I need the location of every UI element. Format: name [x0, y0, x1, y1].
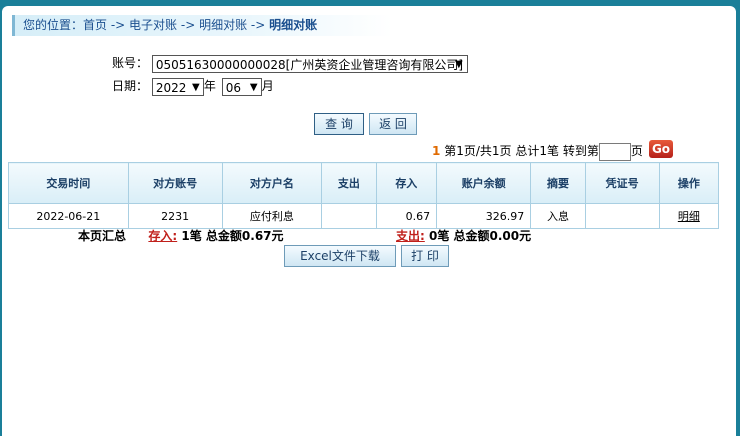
- column-header: 存入: [375, 162, 438, 204]
- breadcrumb-prefix: 您的位置：: [23, 18, 84, 32]
- cell-voucher: [584, 203, 660, 229]
- jump-prefix: 转到第: [562, 144, 599, 158]
- chevron-down-icon: ▼: [454, 58, 463, 70]
- current-page: 1: [432, 144, 441, 158]
- page-summary: 本页汇总 存入: 1笔 总金额0.67元: [78, 227, 284, 244]
- cell-deposit: 0.67: [375, 203, 438, 229]
- cell-expense: [321, 203, 377, 229]
- transaction-table: 交易时间 对方账号 对方户名 支出 存入 账户余额 摘要 凭证号 操作 2022…: [8, 162, 720, 229]
- page-jump-input[interactable]: [598, 142, 631, 161]
- back-button[interactable]: 返 回: [369, 113, 417, 135]
- account-label: 账号：: [112, 56, 149, 70]
- account-row: 账号： 05051630000000028[广州英资企业管理咨询有限公司] ▼: [112, 54, 468, 73]
- breadcrumb: 您的位置：首页 -> 电子对账 -> 明细对账 -> 明细对账: [12, 15, 392, 36]
- column-header: 凭证号: [584, 162, 660, 204]
- cell-time: 2022-06-21: [8, 203, 129, 229]
- breadcrumb-current: 明细对账: [269, 18, 318, 32]
- column-header: 摘要: [530, 162, 586, 204]
- year-select[interactable]: 2022 ▼: [151, 77, 204, 96]
- column-header: 对方账号: [127, 162, 223, 204]
- cell-counterparty-name: 应付利息: [221, 203, 323, 229]
- account-value: 05051630000000028[广州英资企业管理咨询有限公司]: [155, 57, 463, 72]
- month-select[interactable]: 06 ▼: [221, 77, 262, 96]
- column-header: 支出: [321, 162, 377, 204]
- table-row: 2022-06-21 2231 应付利息 0.67 326.97 入息 明细: [8, 203, 720, 229]
- table-header-row: 交易时间 对方账号 对方户名 支出 存入 账户余额 摘要 凭证号 操作: [8, 162, 720, 204]
- breadcrumb-detail-link[interactable]: 明细对账: [199, 18, 247, 32]
- breadcrumb-separator: ->: [177, 18, 200, 32]
- column-header: 操作: [658, 162, 720, 204]
- query-button[interactable]: 查 询: [314, 113, 364, 135]
- cell-counterparty-account: 2231: [127, 203, 223, 229]
- print-button[interactable]: 打 印: [401, 245, 449, 267]
- cell-summary: 入息: [530, 203, 586, 229]
- column-header: 交易时间: [8, 162, 129, 204]
- account-select[interactable]: 05051630000000028[广州英资企业管理咨询有限公司] ▼: [151, 54, 468, 73]
- breadcrumb-home-link[interactable]: 首页: [83, 18, 107, 32]
- chevron-down-icon: ▼: [249, 81, 258, 93]
- jump-suffix: 页: [630, 144, 643, 158]
- month-suffix: 月: [261, 79, 274, 93]
- summary-label: 本页汇总: [78, 229, 127, 243]
- deposit-label: 存入:: [148, 229, 178, 243]
- date-row: 日期： 2022 ▼ 年 06 ▼ 月: [112, 77, 274, 96]
- year-value: 2022: [155, 80, 187, 95]
- pager: 1 第1页/共1页 总计1笔 转到第 页: [432, 142, 643, 161]
- cell-balance: 326.97: [436, 203, 532, 229]
- month-value: 06: [225, 80, 241, 95]
- page-text: 第1页/共1页: [444, 144, 512, 158]
- column-header: 对方户名: [221, 162, 323, 204]
- chevron-down-icon: ▼: [191, 81, 200, 93]
- expense-label: 支出:: [396, 229, 425, 243]
- date-label: 日期：: [112, 79, 149, 93]
- column-header: 账户余额: [436, 162, 532, 204]
- total-text: 总计1笔: [515, 144, 559, 158]
- cell-action: 明细: [658, 203, 720, 229]
- detail-link[interactable]: 明细: [678, 210, 700, 223]
- expense-summary: 0笔 总金额0.00元: [429, 229, 532, 243]
- deposit-summary: 1笔 总金额0.67元: [181, 229, 284, 243]
- go-button[interactable]: Go: [649, 140, 673, 158]
- breadcrumb-separator: ->: [247, 18, 270, 32]
- expense-summary-block: 支出: 0笔 总金额0.00元: [396, 227, 531, 244]
- excel-download-button[interactable]: Excel文件下载: [284, 245, 396, 267]
- breadcrumb-separator: ->: [107, 18, 130, 32]
- breadcrumb-reconciliation-link[interactable]: 电子对账: [129, 18, 177, 32]
- year-suffix: 年: [203, 79, 216, 93]
